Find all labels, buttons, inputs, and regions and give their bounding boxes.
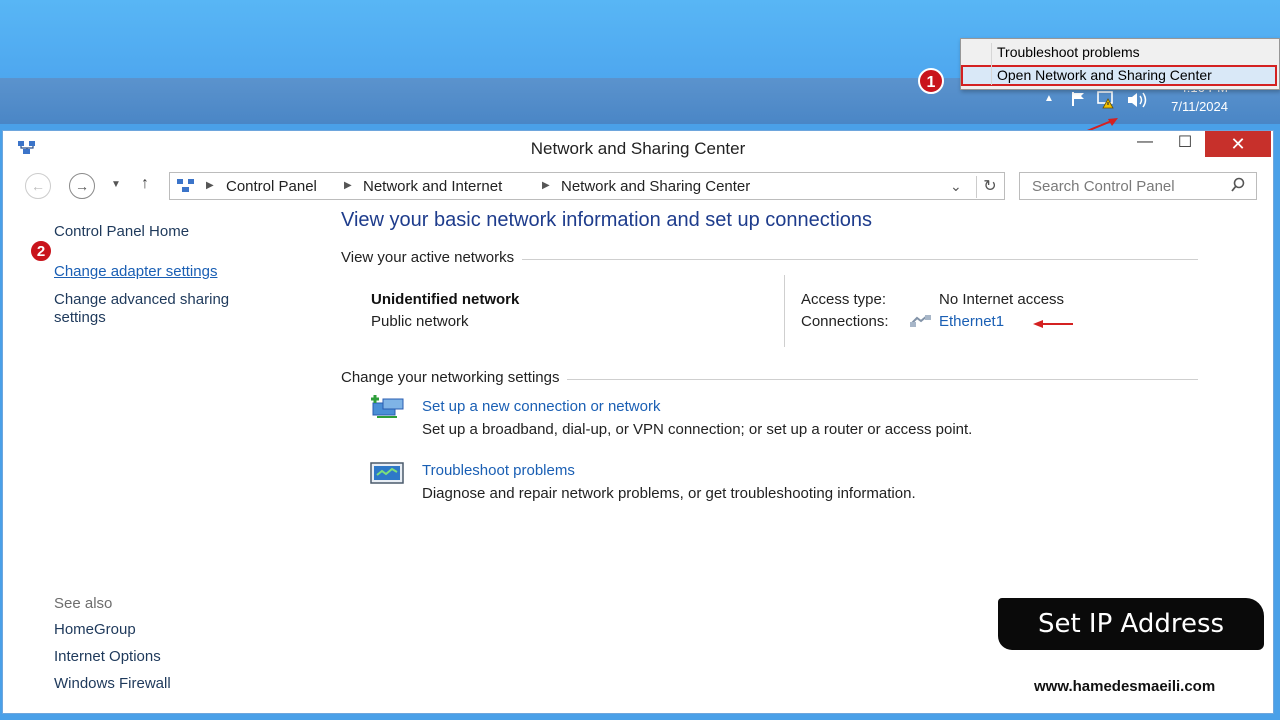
network-warning-icon[interactable] [1096,89,1118,115]
see-also-homegroup[interactable]: HomeGroup [54,621,136,638]
address-dropdown-chevron-down-icon[interactable]: ⌄ [950,178,962,195]
new-connection-icon [369,395,404,418]
show-hidden-icons-icon[interactable]: ▲ [1044,93,1054,104]
control-panel-icon [176,177,196,199]
breadcrumb-chevron-icon: ▶ [542,180,550,191]
forward-button[interactable]: → [69,173,95,199]
breadcrumb-chevron-icon: ▶ [344,180,352,191]
connection-ethernet1-link[interactable]: Ethernet1 [939,313,1004,330]
change-settings-heading: Change your networking settings [341,369,568,386]
network-info-divider [784,275,785,347]
see-also-internet-options[interactable]: Internet Options [54,648,161,665]
page-title: View your basic network information and … [341,209,873,231]
minimize-button[interactable]: — [1127,131,1163,157]
address-bar[interactable]: ▶ Control Panel ▶ Network and Internet ▶… [169,172,1005,200]
back-arrow-icon: ← [31,178,45,194]
troubleshoot-icon [369,461,404,484]
window-title: Network and Sharing Center [530,139,746,158]
close-button[interactable]: ✕ [1205,131,1271,157]
access-type-label: Access type: [801,291,887,308]
recent-locations-chevron-down-icon[interactable]: ▼ [111,179,121,190]
maximize-button[interactable]: ☐ [1167,131,1203,157]
step-1-badge: 1 [918,68,944,94]
sidebar-change-advanced-sharing[interactable]: Change advanced sharing settings [54,291,284,327]
access-type-value: No Internet access [939,291,1065,308]
breadcrumb-chevron-icon: ▶ [206,180,214,191]
troubleshoot-problems-desc: Diagnose and repair network problems, or… [422,485,916,502]
step-2-badge: 2 [29,239,53,263]
breadcrumb-network-internet[interactable]: Network and Internet [363,178,502,195]
see-also-heading: See also [54,595,113,612]
menu-item-open-network-center[interactable]: Open Network and Sharing Center [997,67,1212,83]
troubleshoot-problems-link[interactable]: Troubleshoot problems [422,462,575,479]
ethernet-cable-icon [909,314,933,331]
setup-new-connection-desc: Set up a broadband, dial-up, or VPN conn… [422,421,973,438]
sidebar-change-adapter-settings[interactable]: Change adapter settings [54,263,217,281]
annotation-arrow-ethernet [1033,320,1073,328]
menu-separator [991,43,992,85]
search-icon[interactable] [1230,177,1246,197]
active-networks-heading: View your active networks [341,249,523,266]
see-also-windows-firewall[interactable]: Windows Firewall [54,675,171,692]
set-ip-address-banner: Set IP Address [998,598,1264,650]
network-context-menu: Troubleshoot problems Open Network and S… [960,38,1280,90]
network-name: Unidentified network [371,291,520,308]
breadcrumb-control-panel[interactable]: Control Panel [226,178,317,195]
clock-date: 7/11/2024 [1171,99,1228,114]
menu-item-troubleshoot[interactable]: Troubleshoot problems [997,44,1140,60]
navigation-bar: ← → ▼ ↑ ▶ Control Panel ▶ Network and In… [3,169,1273,203]
refresh-icon[interactable]: ↻ [976,176,1003,198]
back-button[interactable]: ← [25,173,51,199]
search-box[interactable] [1019,172,1257,200]
breadcrumb-network-sharing-center[interactable]: Network and Sharing Center [561,178,750,195]
network-category: Public network [371,313,469,330]
connections-label: Connections: [801,313,889,330]
search-input[interactable] [1030,177,1224,196]
up-arrow-icon[interactable]: ↑ [141,175,149,193]
action-center-flag-icon[interactable] [1070,90,1088,112]
setup-new-connection-link[interactable]: Set up a new connection or network [422,398,660,415]
sidebar-control-panel-home[interactable]: Control Panel Home [54,223,189,241]
website-watermark: www.hamedesmaeili.com [1034,678,1216,695]
forward-arrow-icon: → [75,178,89,194]
titlebar[interactable]: Network and Sharing Center — ☐ ✕ [3,131,1273,167]
